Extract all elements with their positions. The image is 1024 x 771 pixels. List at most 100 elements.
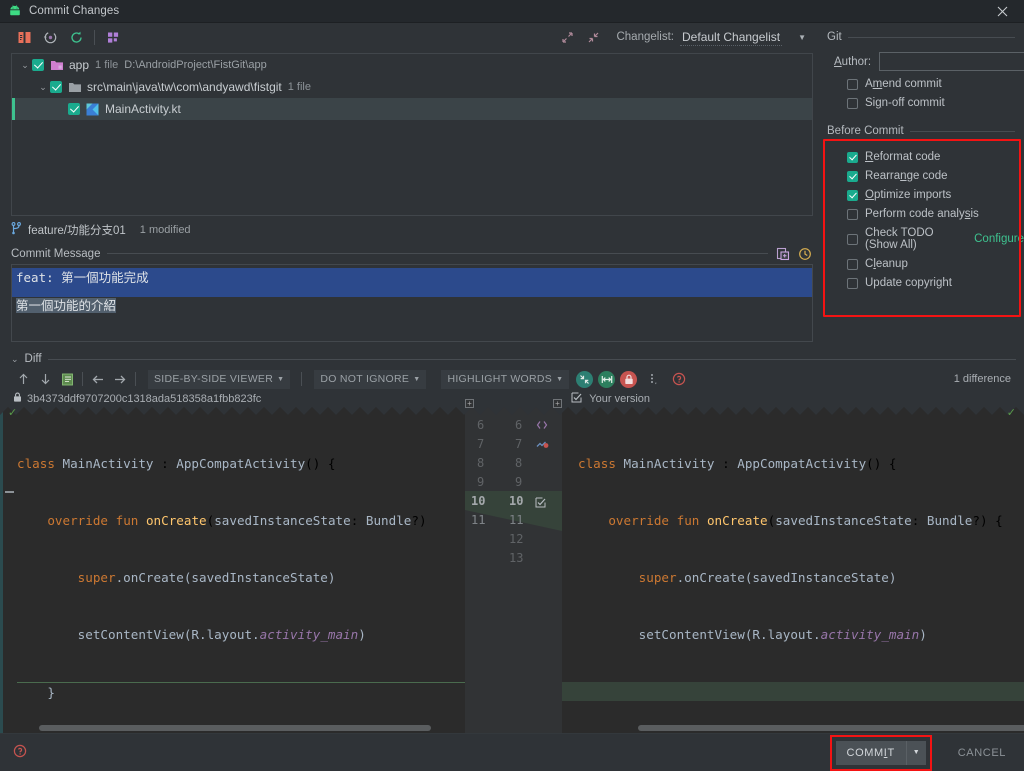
code-line: override fun onCreate(savedInstanceState… (17, 511, 465, 530)
lock-icon[interactable] (620, 370, 638, 388)
chevron-down-icon[interactable]: ⌄ (36, 82, 50, 93)
rearrange-code-checkbox[interactable]: Rearrange code (820, 163, 1024, 182)
code-line (562, 682, 1024, 701)
checkbox[interactable] (32, 59, 44, 71)
override-marker-icon[interactable] (536, 438, 549, 456)
divider (847, 36, 1015, 38)
commit-message-line-1[interactable]: feat: 第一個功能完成 (12, 268, 812, 297)
deleted-marker-icon (5, 491, 14, 493)
tree-item-name: src\main\java\tw\com\andyawd\fistgit (87, 80, 282, 94)
viewer-mode-dropdown[interactable]: SIDE-BY-SIDE VIEWER ▼ (148, 369, 291, 389)
checkbox-box[interactable] (847, 208, 858, 220)
left-column: Changelist: Default Changelist ▼ ⌄ app 1… (0, 23, 820, 349)
chevron-down-icon[interactable]: ⌄ (11, 354, 19, 365)
arrow-right-icon[interactable] (109, 369, 131, 389)
checkbox-box[interactable] (847, 258, 858, 270)
tree-row[interactable]: MainActivity.kt (12, 98, 812, 120)
refresh-icon[interactable] (63, 26, 89, 48)
divider (107, 253, 768, 254)
checkbox-box[interactable] (847, 277, 858, 289)
difference-count: 1 difference (953, 373, 1011, 385)
code-line: super.onCreate(savedInstanceState) (17, 568, 465, 587)
checkbox[interactable] (50, 81, 62, 93)
help-circle-icon[interactable] (13, 744, 27, 761)
highlight-mode-label: HIGHLIGHT WORDS (447, 373, 553, 385)
revert-icon[interactable] (37, 26, 63, 48)
divider (47, 358, 1016, 360)
checkbox-box[interactable] (847, 170, 858, 182)
gutter-fold-handle-right[interactable]: + (553, 399, 562, 408)
code-block-marker-icon[interactable] (536, 418, 548, 436)
before-commit-group-header: Before Commit (820, 109, 1024, 137)
commit-message-input[interactable]: feat: 第一個功能完成 第一個功能的介紹 (11, 264, 813, 342)
configure-link[interactable]: Configure (974, 233, 1024, 245)
optimize-imports-checkbox[interactable]: Optimize imports (820, 182, 1024, 201)
perform-code-analysis-checkbox[interactable]: Perform code analysis (820, 201, 1024, 220)
right-options-panel: Git Author: Amend commit Sign-off commit… (820, 23, 1024, 349)
changelist-value[interactable]: Default Changelist (680, 29, 783, 46)
commit-dropdown-arrow[interactable]: ▼ (905, 740, 926, 765)
check-todo-checkbox[interactable]: Check TODO (Show All) Configure (820, 220, 1024, 251)
checkbox-box[interactable] (847, 151, 858, 163)
git-group-header: Git (820, 23, 1024, 43)
message-template-icon[interactable] (775, 246, 790, 261)
cancel-button[interactable]: CANCEL (950, 747, 1014, 759)
update-copyright-checkbox[interactable]: Update copyright (820, 270, 1024, 289)
code-line-text: super.onCreate(savedInstanceState) (638, 570, 897, 585)
lock-small-icon (13, 392, 22, 406)
arrow-down-icon[interactable] (34, 369, 56, 389)
toolbar-divider (94, 29, 95, 45)
commit-button[interactable]: COMM I T (835, 740, 906, 765)
code-line-text: } (47, 685, 55, 700)
arrow-left-icon[interactable] (87, 369, 109, 389)
help-circle-icon[interactable] (668, 369, 690, 389)
checkbox[interactable] (68, 103, 80, 115)
collapse-all-icon[interactable] (580, 26, 606, 48)
expand-all-icon[interactable] (554, 26, 580, 48)
diff-right-pane[interactable]: class MainActivity : AppCompatActivity()… (562, 407, 1024, 733)
tree-row[interactable]: ⌄ src\main\java\tw\com\andyawd\fistgit 1… (12, 76, 812, 98)
close-icon[interactable] (980, 0, 1024, 23)
amend-commit-checkbox[interactable]: Amend commit (820, 71, 1024, 90)
right-line-number: 12 (509, 532, 524, 546)
chevron-down-icon[interactable]: ▼ (798, 33, 806, 42)
branch-row: feature/功能分支01 1 modified (0, 219, 820, 241)
more-options-icon[interactable] (642, 369, 664, 389)
right-horizontal-scrollbar[interactable] (638, 725, 1024, 731)
optimize-imports-label: Optimize imports (865, 189, 952, 201)
code-line-text: override fun onCreate(savedInstanceState… (47, 513, 427, 528)
sign-off-commit-checkbox[interactable]: Sign-off commit (820, 90, 1024, 109)
tree-item-path: D:\AndroidProject\FistGit\app (124, 59, 267, 71)
compare-files-icon[interactable] (56, 369, 78, 389)
diff-section-header[interactable]: ⌄ Diff (0, 349, 1024, 368)
changed-files-tree[interactable]: ⌄ app 1 file D:\AndroidProject\FistGit\a… (11, 53, 813, 216)
author-field[interactable] (879, 52, 1024, 71)
author-row: Author: (820, 43, 1024, 71)
checkbox-box[interactable] (847, 78, 858, 90)
tree-row[interactable]: ⌄ app 1 file D:\AndroidProject\FistGit\a… (12, 54, 812, 76)
chevron-down-icon[interactable]: ⌄ (18, 60, 32, 71)
cleanup-checkbox[interactable]: Cleanup (820, 251, 1024, 270)
chevron-down-icon: ▼ (413, 375, 421, 383)
history-icon[interactable] (797, 246, 812, 261)
code-line: class MainActivity : AppCompatActivity()… (578, 454, 1024, 473)
commit-button-highlight: COMM I T ▼ (829, 734, 932, 771)
checkbox-box[interactable] (847, 189, 858, 201)
diff-panes[interactable]: ✓ ✓ class MainActivity : AppCompatActivi… (0, 399, 1024, 733)
collapse-unchanged-icon[interactable] (576, 370, 594, 388)
reformat-code-checkbox[interactable]: Reformat code (820, 144, 1024, 163)
ignore-mode-dropdown[interactable]: DO NOT IGNORE ▼ (314, 369, 427, 389)
highlight-mode-dropdown[interactable]: HIGHLIGHT WORDS ▼ (441, 369, 570, 389)
tree-item-meta: 1 file (95, 59, 119, 71)
show-diff-icon[interactable] (11, 26, 37, 48)
diff-section-title: Diff (24, 353, 42, 365)
diff-left-pane[interactable]: class MainActivity : AppCompatActivity()… (0, 407, 465, 733)
gutter-fold-handle-left[interactable]: + (465, 399, 474, 408)
expand-width-icon[interactable] (598, 370, 616, 388)
commit-message-line-2[interactable]: 第一個功能的介紹 (12, 297, 812, 314)
left-horizontal-scrollbar[interactable] (39, 725, 431, 731)
group-by-icon[interactable] (100, 26, 126, 48)
arrow-up-icon[interactable] (12, 369, 34, 389)
checkbox-box[interactable] (847, 97, 858, 109)
checkbox-box[interactable] (847, 233, 858, 245)
